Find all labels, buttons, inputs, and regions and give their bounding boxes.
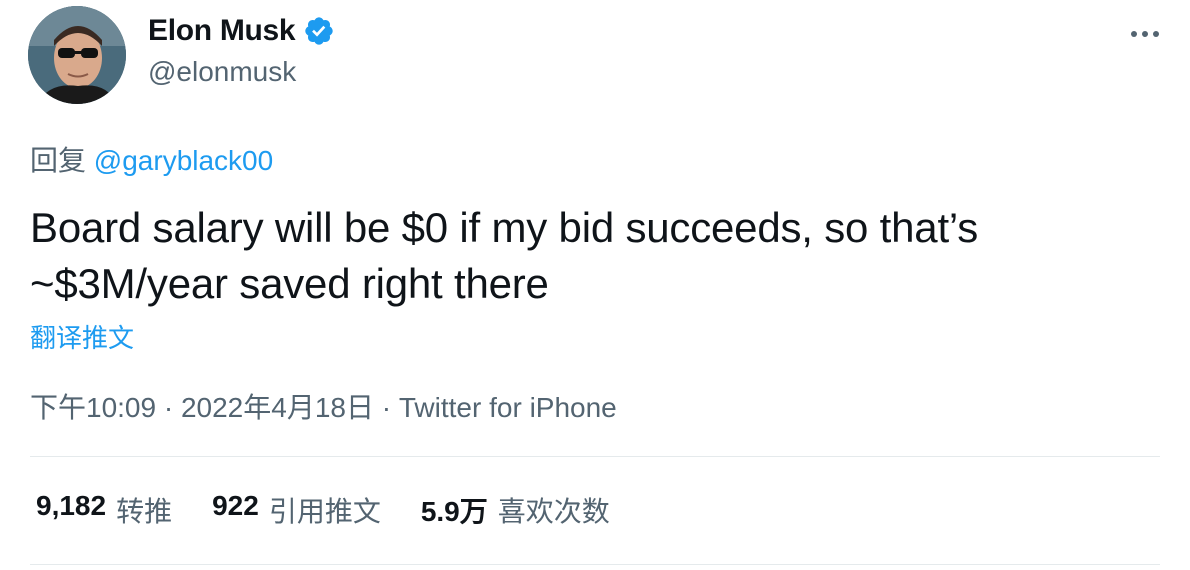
tweet-time[interactable]: 下午10:09 bbox=[30, 392, 156, 423]
tweet-card: Elon Musk @elonmusk 回复 @garyblack00 Boar… bbox=[0, 0, 1190, 570]
reply-mention-link[interactable]: @garyblack00 bbox=[94, 145, 273, 176]
meta-separator: · bbox=[381, 392, 392, 423]
engagement-stats: 9,182 转推 922 引用推文 5.9万 喜欢次数 bbox=[36, 490, 610, 530]
avatar[interactable] bbox=[28, 6, 126, 104]
tweet-meta: 下午10:09 · 2022年4月18日 · Twitter for iPhon… bbox=[30, 386, 617, 426]
reply-prefix: 回复 bbox=[30, 145, 87, 176]
stat-label: 转推 bbox=[116, 496, 173, 527]
tweet-date[interactable]: 2022年4月18日 bbox=[181, 392, 374, 423]
author-handle[interactable]: @elonmusk bbox=[148, 56, 296, 88]
translate-tweet-link[interactable]: 翻译推文 bbox=[30, 318, 134, 355]
tweet-text: Board salary will be $0 if my bid succee… bbox=[30, 204, 979, 307]
stat-label: 引用推文 bbox=[268, 496, 381, 527]
more-dots-icon bbox=[1131, 31, 1159, 37]
stat-count: 922 bbox=[212, 490, 259, 521]
stat-retweets[interactable]: 9,182 转推 bbox=[36, 490, 172, 530]
author-display-name[interactable]: Elon Musk bbox=[148, 14, 296, 48]
divider bbox=[30, 456, 1160, 457]
reply-context: 回复 @garyblack00 bbox=[30, 139, 273, 179]
stat-quote-tweets[interactable]: 922 引用推文 bbox=[212, 490, 381, 530]
tweet-source[interactable]: Twitter for iPhone bbox=[399, 392, 617, 423]
avatar-image bbox=[28, 6, 126, 104]
verified-badge-icon bbox=[305, 17, 333, 45]
author-name-row: Elon Musk bbox=[148, 14, 335, 48]
divider bbox=[30, 564, 1160, 565]
stat-label: 喜欢次数 bbox=[497, 496, 610, 527]
meta-separator: · bbox=[163, 392, 174, 423]
stat-count: 5.9万 bbox=[420, 496, 488, 527]
stat-count: 9,182 bbox=[36, 490, 107, 521]
more-horizontal-icon[interactable] bbox=[1130, 18, 1160, 44]
stat-likes[interactable]: 5.9万 喜欢次数 bbox=[421, 490, 610, 530]
